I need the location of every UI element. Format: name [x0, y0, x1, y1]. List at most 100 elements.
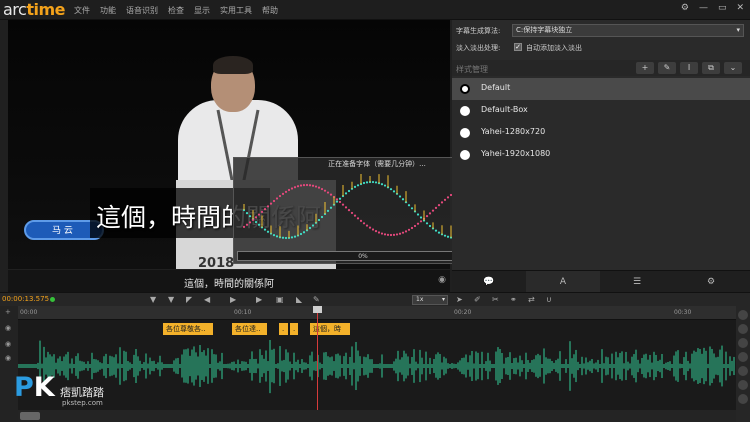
anim-dot — [272, 199, 276, 203]
anim-dot — [242, 225, 246, 228]
eye-icon[interactable]: ◉ — [5, 324, 11, 332]
eye-icon[interactable]: ◉ — [5, 354, 11, 362]
copy-style-button[interactable]: ⧉ — [702, 62, 720, 74]
anim-dot — [353, 214, 357, 217]
style-item-default-box[interactable]: Default-Box — [452, 100, 750, 122]
anim-dot — [320, 187, 324, 191]
next-icon[interactable]: ▶ — [256, 295, 262, 304]
tab-styles[interactable]: A — [526, 271, 600, 293]
tab-subtitles[interactable]: 💬 — [452, 271, 526, 293]
anim-dot — [296, 185, 300, 188]
anim-dot — [302, 184, 306, 187]
mark-out-icon[interactable]: ▼ — [168, 295, 174, 304]
radio-icon — [460, 150, 470, 160]
scrollbar-thumb[interactable] — [20, 412, 40, 420]
menu-tools[interactable]: 实用工具 — [220, 5, 252, 16]
mark-in-icon[interactable]: ▼ — [150, 295, 156, 304]
add-style-button[interactable]: + — [636, 62, 654, 74]
menu-speech-recognition[interactable]: 语音识别 — [126, 5, 158, 16]
cursor-icon[interactable]: ➤ — [456, 295, 463, 304]
window-controls: ⚙ — ▭ ✕ — [681, 3, 744, 13]
time-ruler[interactable]: 00:00 00:10 00:20 00:30 — [18, 306, 736, 320]
split-icon[interactable]: ◣ — [296, 295, 302, 304]
subtitle-block[interactable]: . — [290, 323, 298, 335]
tab-list[interactable]: ☰ — [600, 271, 674, 293]
menu-file[interactable]: 文件 — [74, 5, 90, 16]
anim-dot — [317, 218, 321, 222]
eye-icon[interactable]: ◉ — [438, 275, 446, 285]
zoom-button[interactable] — [738, 380, 748, 390]
more-style-button[interactable]: ⌄ — [724, 62, 742, 74]
anim-dot — [383, 184, 387, 187]
scissors-icon[interactable]: ✂ — [492, 295, 499, 304]
progress-percent: 0% — [358, 253, 368, 260]
zoom-button[interactable] — [738, 324, 748, 334]
anim-dot — [311, 184, 315, 187]
style-item-yahei-720[interactable]: Yahei-1280x720 — [452, 122, 750, 144]
pen-icon[interactable]: ✎ — [313, 295, 320, 304]
anim-dot — [380, 232, 384, 235]
zoom-button[interactable] — [738, 366, 748, 376]
anim-dot — [257, 223, 261, 226]
style-item-default[interactable]: Default — [452, 78, 750, 100]
zoom-button[interactable] — [738, 394, 748, 404]
edit-style-button[interactable]: ✎ — [658, 62, 676, 74]
speed-select[interactable]: 1x ▾ — [412, 295, 448, 305]
magnet-icon[interactable]: ∪ — [546, 295, 552, 304]
subtitle-block[interactable]: . — [279, 323, 288, 335]
text-style-button[interactable]: I — [680, 62, 698, 74]
anim-dot — [290, 187, 294, 190]
anim-dot — [266, 205, 270, 208]
playhead-handle[interactable] — [313, 306, 322, 313]
anim-dot — [347, 209, 351, 212]
menu-help[interactable]: 帮助 — [262, 5, 278, 16]
tick-label: 00:20 — [454, 309, 472, 316]
tab-settings[interactable]: ⚙ — [674, 271, 748, 293]
eye-icon[interactable]: ◉ — [5, 340, 11, 348]
style-item-yahei-1080[interactable]: Yahei-1920x1080 — [452, 144, 750, 166]
chevron-down-icon: ▾ — [736, 26, 740, 34]
menu-function[interactable]: 功能 — [100, 5, 116, 16]
settings-icon[interactable]: ⚙ — [681, 3, 689, 13]
menu-check[interactable]: 检查 — [168, 5, 184, 16]
fade-label: 淡入淡出处理: — [456, 44, 501, 52]
status-dot — [50, 297, 55, 302]
anim-dot — [437, 231, 441, 234]
anim-dot — [371, 228, 375, 231]
add-track-icon[interactable]: + — [5, 308, 11, 316]
anim-dot — [293, 186, 297, 189]
close-icon[interactable]: ✕ — [736, 3, 744, 13]
zoom-button[interactable] — [738, 352, 748, 362]
algo-select[interactable]: C:保持字幕块独立 ▾ — [512, 24, 744, 37]
subtitle-block[interactable]: 各位達.. — [232, 323, 267, 335]
speaker-hair — [213, 56, 253, 74]
subtitle-block[interactable]: 這個，時 — [310, 323, 350, 335]
subtitle-block[interactable]: 各位尊敬各.. — [163, 323, 213, 335]
zoom-button[interactable] — [738, 310, 748, 320]
menu-display[interactable]: 显示 — [194, 5, 210, 16]
camera-icon[interactable]: ▣ — [276, 295, 284, 304]
anim-dot — [419, 216, 423, 219]
playhead[interactable] — [317, 306, 318, 410]
anim-dot — [434, 206, 438, 209]
play-icon[interactable]: ▶ — [230, 295, 236, 304]
edit-icon[interactable]: ✐ — [474, 295, 481, 304]
link-icon[interactable]: ⚭ — [510, 295, 517, 304]
anim-dot — [398, 232, 402, 235]
marker-icon[interactable]: ◤ — [186, 295, 192, 304]
anim-dot — [299, 232, 303, 236]
maximize-icon[interactable]: ▭ — [718, 3, 727, 13]
anim-dot — [329, 193, 333, 196]
prev-icon[interactable]: ◀ — [204, 295, 210, 304]
horizontal-scrollbar[interactable] — [18, 410, 736, 422]
anim-dot — [278, 194, 282, 198]
swap-icon[interactable]: ⇄ — [528, 295, 535, 304]
speed-value: 1x — [416, 296, 424, 303]
zoom-button[interactable] — [738, 338, 748, 348]
fade-checkbox[interactable]: ✓ — [514, 43, 522, 51]
minimize-icon[interactable]: — — [699, 3, 708, 13]
anim-dot — [356, 217, 360, 220]
anim-dot — [257, 213, 261, 216]
anim-dot — [329, 206, 333, 209]
track-area[interactable]: 各位尊敬各.. 各位達.. . . 這個，時 — [18, 320, 736, 410]
